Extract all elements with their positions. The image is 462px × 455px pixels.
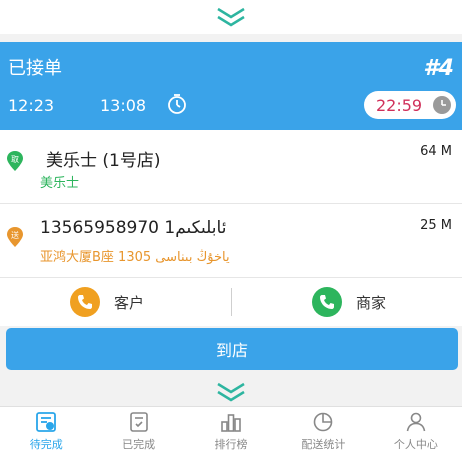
tab-profile[interactable]: 个人中心 xyxy=(370,407,462,455)
deadline-time: 22:59 xyxy=(376,95,423,115)
tab-ranking[interactable]: 排行榜 xyxy=(185,407,277,455)
profile-icon xyxy=(406,412,426,432)
chevron-down-icon xyxy=(217,382,245,402)
deadline-badge: 22:59 xyxy=(364,91,456,119)
delivery-info[interactable]: 送 13565958970 1ئابلىكىم 亚鸿大厦B座 1305 ياخۇ… xyxy=(0,204,462,278)
merchant-label: 商家 xyxy=(356,293,387,312)
tab-stats[interactable]: 配送统计 xyxy=(277,407,369,455)
order-header: 已接单 #4 12:23 13:08 22:59 xyxy=(0,42,462,130)
svg-text:取: 取 xyxy=(11,155,19,164)
order-time-start: 12:23 xyxy=(8,96,55,115)
tab-label: 个人中心 xyxy=(393,438,438,451)
pickup-distance: 64 M xyxy=(420,144,452,159)
expand-up-area[interactable] xyxy=(0,0,462,34)
order-number: #4 xyxy=(423,56,454,81)
contact-bar: 客户 商家 xyxy=(0,278,462,326)
phone-icon xyxy=(70,287,100,317)
chevron-down-icon xyxy=(217,7,245,27)
pickup-pin-icon: 取 xyxy=(7,151,23,171)
expand-down-area[interactable] xyxy=(0,378,462,406)
delivery-pin-icon: 送 xyxy=(7,227,23,247)
call-customer-button[interactable]: 客户 xyxy=(70,278,144,326)
pickup-subtitle: 美乐士 xyxy=(40,176,80,191)
tab-label: 已完成 xyxy=(122,438,156,451)
stats-icon xyxy=(314,412,333,432)
clock-icon xyxy=(433,96,451,114)
order-status: 已接单 xyxy=(8,58,62,79)
timer-icon xyxy=(168,94,186,114)
pickup-info[interactable]: 取 美乐士 (1号店) 美乐士 64 M xyxy=(0,130,462,204)
tab-completed[interactable]: 已完成 xyxy=(92,407,184,455)
customer-label: 客户 xyxy=(114,293,145,312)
bottom-tab-bar: 待完成 已完成 排行榜 配送统计 个人中心 xyxy=(0,406,462,455)
contact-divider xyxy=(231,288,232,316)
order-time-end: 13:08 xyxy=(100,96,147,115)
svg-text:送: 送 xyxy=(11,230,19,240)
pickup-title: 美乐士 (1号店) xyxy=(46,151,161,171)
tab-pending[interactable]: 待完成 xyxy=(0,407,92,455)
arrive-store-button[interactable]: 到店 xyxy=(6,328,458,370)
tab-label: 排行榜 xyxy=(214,438,248,451)
ranking-icon xyxy=(221,414,241,432)
completed-icon xyxy=(129,412,148,432)
delivery-address: 亚鸿大厦B座 1305 ياخۇڭ بىناسى xyxy=(40,250,230,265)
pending-icon xyxy=(36,412,57,432)
delivery-title: 13565958970 1ئابلىكىم xyxy=(40,218,227,238)
call-merchant-button[interactable]: 商家 xyxy=(312,278,386,326)
tab-label: 待完成 xyxy=(29,438,63,451)
tab-label: 配送统计 xyxy=(301,438,346,451)
phone-icon xyxy=(312,287,342,317)
delivery-distance: 25 M xyxy=(420,218,452,233)
